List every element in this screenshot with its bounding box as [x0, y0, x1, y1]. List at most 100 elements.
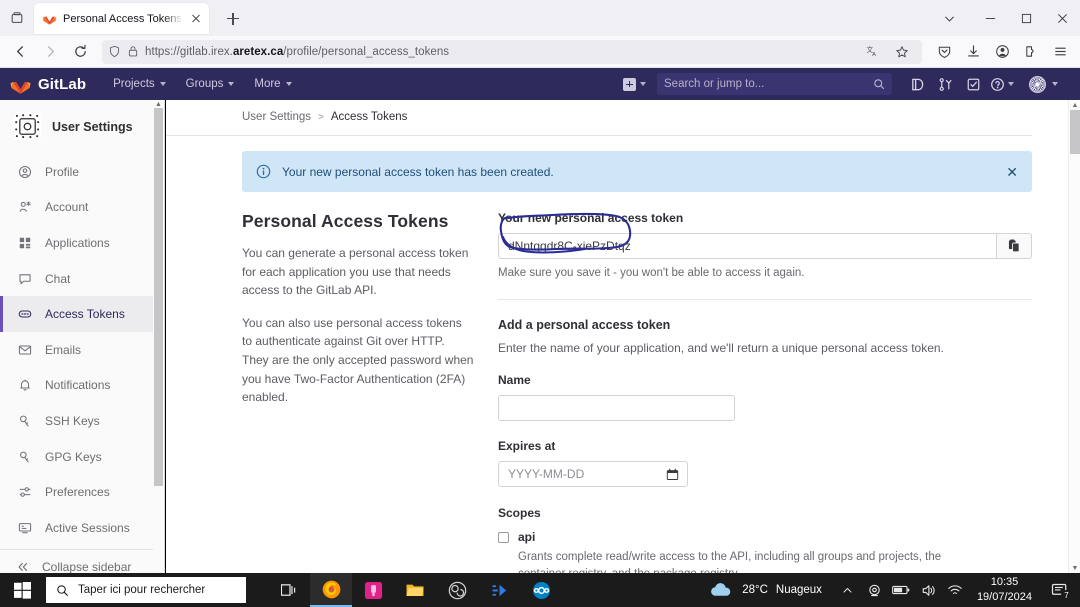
system-tray: 28°C Nuageux 10:35 19/07/2024 7 [709, 573, 1080, 607]
merge-requests-icon[interactable] [932, 72, 958, 96]
new-token-input[interactable]: dNntqqdr8C-xiePzDtqz [498, 233, 996, 259]
search-input[interactable]: Search or jump to... [657, 73, 892, 95]
sidebar-item-chat[interactable]: Chat [0, 261, 164, 297]
alert-message: Your new personal access token has been … [282, 164, 554, 179]
account-icon[interactable] [988, 39, 1016, 65]
avatar[interactable] [1024, 72, 1050, 96]
pink-app-icon[interactable] [352, 573, 394, 607]
scopes-label: Scopes [498, 506, 541, 520]
minimize-button[interactable] [972, 2, 1008, 34]
battery-icon[interactable] [888, 573, 915, 607]
shield-icon[interactable] [108, 45, 121, 58]
todos-icon[interactable] [960, 72, 986, 96]
sidebar-item-active-sessions[interactable]: Active Sessions [0, 510, 164, 546]
lock-icon[interactable] [127, 45, 139, 58]
translate-icon[interactable]: 文A [859, 39, 887, 65]
address-bar[interactable]: https://gitlab.irex.aretex.ca/profile/pe… [102, 39, 922, 65]
double-chevron-left-icon [16, 560, 30, 573]
collapse-sidebar-label: Collapse sidebar [42, 559, 132, 573]
show-hidden-icons-chevron-icon[interactable] [834, 573, 861, 607]
sidebar-item-profile[interactable]: Profile [0, 154, 164, 190]
sidebar-item-emails[interactable]: Emails [0, 332, 164, 368]
sidebar-item-gpg-keys[interactable]: GPG Keys [0, 439, 164, 475]
sidebar-item-account[interactable]: Account [0, 190, 164, 226]
bookmark-star-icon[interactable] [888, 39, 916, 65]
copy-token-button[interactable] [996, 233, 1032, 259]
nav-item-groups[interactable]: Groups [177, 74, 244, 94]
volume-icon[interactable] [915, 573, 942, 607]
sidebar-item-label: Active Sessions [45, 520, 130, 535]
scroll-down-arrow-icon[interactable]: ▼ [1069, 563, 1080, 573]
clock[interactable]: 10:35 19/07/2024 [969, 575, 1042, 605]
add-token-description: Enter the name of your application, and … [498, 341, 944, 355]
scope-item-api[interactable]: api [498, 530, 1032, 544]
task-view-icon[interactable] [268, 573, 310, 607]
taskbar-search-box[interactable]: Taper ici pour rechercher [46, 577, 246, 603]
bell-icon [16, 378, 33, 392]
help-icon[interactable] [988, 72, 1006, 96]
chevron-down-icon[interactable] [1052, 82, 1058, 86]
gitlab-logo[interactable]: GitLab [10, 74, 86, 95]
name-field-label: Name [498, 373, 531, 387]
chevron-down-icon[interactable] [926, 2, 972, 34]
chevron-down-icon[interactable] [1008, 82, 1014, 86]
gitlab-brand-label: GitLab [38, 75, 87, 93]
scroll-up-arrow-icon[interactable]: ▲ [1069, 100, 1080, 110]
webcam-icon[interactable] [861, 573, 888, 607]
wifi-icon[interactable] [942, 573, 969, 607]
weather-description: Nuageux [775, 584, 822, 596]
firefox-icon[interactable] [310, 573, 352, 607]
close-alert-button[interactable]: ✕ [1006, 165, 1018, 179]
sidebar-scrollbar[interactable]: ▲ [153, 100, 164, 573]
pocket-save-icon[interactable] [930, 39, 958, 65]
list-all-tabs-icon[interactable] [0, 0, 34, 36]
downloads-icon[interactable] [959, 39, 987, 65]
browser-tab[interactable]: Personal Access Tokens · User S [34, 3, 209, 34]
blue-arrow-app-icon[interactable] [478, 573, 520, 607]
chevron-down-icon [159, 82, 166, 86]
sidebar-item-applications[interactable]: Applications [0, 225, 164, 261]
extensions-icon[interactable] [1017, 39, 1045, 65]
grid-apps-icon [16, 236, 33, 250]
user-circle-icon [16, 165, 33, 179]
new-tab-button[interactable] [219, 5, 247, 33]
nav-item-projects[interactable]: Projects [104, 74, 175, 94]
issues-icon[interactable] [904, 72, 930, 96]
gitlab-nav-menu: Projects Groups More [104, 74, 300, 94]
maximize-button[interactable] [1008, 2, 1044, 34]
file-explorer-icon[interactable] [394, 573, 436, 607]
sidebar-scrollbar-thumb[interactable] [154, 108, 163, 486]
collapse-sidebar-button[interactable]: Collapse sidebar [0, 550, 164, 573]
new-item-button[interactable] [618, 75, 651, 94]
page-scrollbar[interactable]: ▲ ▼ [1068, 100, 1080, 573]
close-tab-icon[interactable] [189, 12, 203, 26]
breadcrumb-root[interactable]: User Settings [242, 111, 311, 123]
windows-taskbar: Taper ici pour rechercher 28°C Nuageux 1… [0, 573, 1080, 607]
name-input[interactable] [498, 395, 735, 421]
reload-icon[interactable] [66, 39, 94, 65]
calendar-icon[interactable] [666, 468, 679, 481]
chat-bubble-icon [16, 272, 33, 286]
expires-at-input[interactable]: YYYY-MM-DD [498, 461, 688, 487]
sidebar-item-ssh-keys[interactable]: SSH Keys [0, 403, 164, 439]
browser-navigation-bar: https://gitlab.irex.aretex.ca/profile/pe… [0, 36, 1080, 68]
description-paragraph-2: You can also use personal access tokens … [242, 315, 474, 405]
nextcloud-icon[interactable] [520, 573, 562, 607]
back-icon[interactable] [6, 39, 34, 65]
forward-icon[interactable] [36, 39, 64, 65]
start-button[interactable] [0, 573, 44, 607]
sliders-icon [16, 485, 33, 499]
scope-checkbox-api[interactable] [498, 532, 509, 543]
hamburger-menu-icon[interactable] [1046, 39, 1074, 65]
obs-icon[interactable] [436, 573, 478, 607]
weather-widget[interactable]: 28°C Nuageux [709, 582, 834, 598]
notifications-button[interactable]: 7 [1042, 573, 1076, 607]
sidebar-item-notifications[interactable]: Notifications [0, 368, 164, 404]
nav-item-more[interactable]: More [245, 74, 300, 94]
page-scrollbar-thumb[interactable] [1070, 110, 1080, 154]
sidebar-item-access-tokens[interactable]: Access Tokens [0, 296, 164, 332]
sidebar-item-preferences[interactable]: Preferences [0, 474, 164, 510]
taskbar-search-placeholder: Taper ici pour rechercher [78, 584, 206, 596]
close-window-button[interactable] [1044, 2, 1080, 34]
scope-description-api: Grants complete read/write access to the… [518, 551, 942, 573]
